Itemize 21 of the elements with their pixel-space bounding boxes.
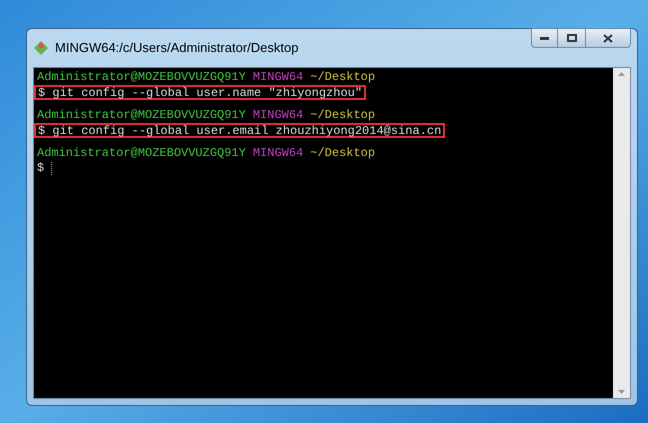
window-title: MINGW64:/c/Users/Administrator/Desktop (55, 39, 298, 57)
maximize-button[interactable] (558, 28, 585, 48)
system-name-text: MINGW64 (252, 108, 304, 123)
close-button[interactable] (585, 28, 631, 48)
path-text: ~/Desktop (310, 146, 376, 161)
app-icon (33, 40, 49, 56)
user-host-text: Administrator@MOZEBOVVUZGQ91Y (37, 146, 246, 161)
command-text: $ git config --global user.name "zhiyongzhou" (34, 85, 366, 100)
user-host-text: Administrator@MOZEBOVVUZGQ91Y (37, 108, 246, 123)
command-text: $ git config --global user.email zhouzhiyong2014@sina.cn (34, 123, 446, 138)
path-text: ~/Desktop (310, 70, 376, 85)
minimize-icon (540, 36, 549, 40)
minimize-button[interactable] (531, 28, 558, 48)
user-host-text: Administrator@MOZEBOVVUZGQ91Y (37, 70, 246, 85)
text-cursor (51, 162, 52, 175)
maximize-icon (566, 34, 576, 42)
close-icon (603, 34, 613, 42)
path-text: ~/Desktop (310, 108, 376, 123)
prompt-symbol: $ (37, 161, 44, 176)
system-name-text: MINGW64 (252, 146, 304, 161)
system-name-text: MINGW64 (252, 70, 304, 85)
